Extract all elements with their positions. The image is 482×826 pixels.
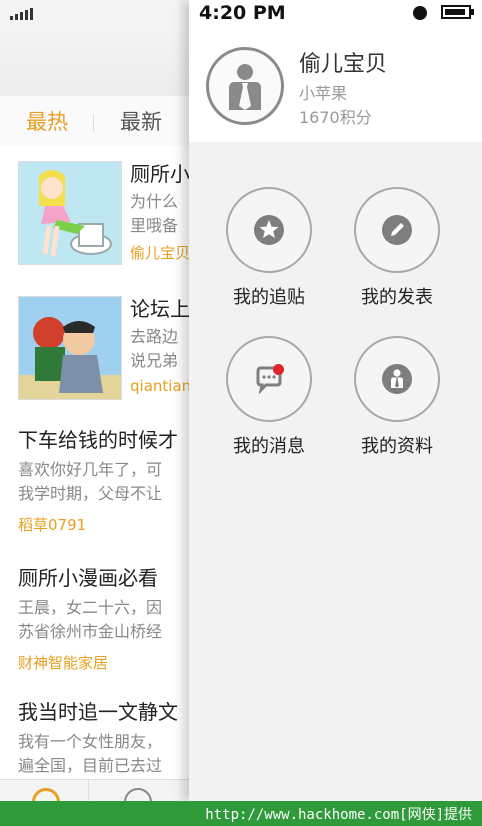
post-excerpt-line: 遍全国，目前已去过 xyxy=(18,756,163,775)
avatar[interactable] xyxy=(206,47,284,125)
home-tab-icon[interactable] xyxy=(32,788,60,801)
post-excerpt-line: 里哦备 xyxy=(130,216,179,235)
pencil-icon xyxy=(382,215,412,245)
post-excerpt-line: 我学时期，父母不让 xyxy=(18,484,163,503)
tab-divider xyxy=(93,114,94,132)
side-drawer: 4:20 PM 偷儿宝贝 小苹果 1670积分 我的追贴 我的发表 我的消息 我… xyxy=(189,0,482,801)
post-excerpt-line: 苏省徐州市金山桥经 xyxy=(18,622,163,641)
post-thumbnail-cartoon-warriors xyxy=(18,296,122,400)
post-item[interactable]: 厕所小 为什么 里哦备 偷儿宝贝 xyxy=(0,146,189,282)
tab-hot[interactable]: 最热 xyxy=(26,106,68,136)
menu-my-follows[interactable]: 我的追贴 xyxy=(209,187,329,309)
post-author: 财神智能家居 xyxy=(18,654,109,672)
user-silhouette-icon xyxy=(229,64,261,110)
menu-my-profile[interactable]: 我的资料 xyxy=(337,336,457,458)
watermark-text: http://www.hackhome.com[网侠]提供 xyxy=(205,807,472,823)
menu-label: 我的消息 xyxy=(233,436,305,457)
favorites-tab-icon[interactable] xyxy=(124,788,152,801)
feed-panel: 最热 最新 厕所小 为什么 里哦备 偷儿宝贝 论坛上 去路边 说兄弟 qiant… xyxy=(0,0,189,801)
menu-label: 我的发表 xyxy=(361,287,433,308)
feed-tabs: 最热 最新 xyxy=(0,96,189,147)
phone-screen: 最热 最新 厕所小 为什么 里哦备 偷儿宝贝 论坛上 去路边 说兄弟 qiant… xyxy=(0,0,482,801)
menu-my-profile-button[interactable] xyxy=(354,336,440,422)
post-thumbnail-cartoon-girl xyxy=(18,161,122,265)
alarm-icon xyxy=(413,6,427,20)
menu-my-messages-button[interactable] xyxy=(226,336,312,422)
post-author: 稻草0791 xyxy=(18,516,87,534)
post-excerpt-line: 去路边 xyxy=(130,327,179,346)
post-title: 厕所小 xyxy=(130,162,189,186)
menu-my-posts[interactable]: 我的发表 xyxy=(337,187,457,309)
post-excerpt-line: 我有一个女性朋友， xyxy=(18,732,163,751)
tab-new[interactable]: 最新 xyxy=(120,106,162,136)
battery-tip xyxy=(471,9,474,15)
profile-subtitle: 小苹果 xyxy=(299,84,348,103)
menu-my-follows-button[interactable] xyxy=(226,187,312,273)
feed-header xyxy=(0,28,189,96)
post-excerpt-line: 王晨，女二十六，因 xyxy=(18,598,163,617)
status-bar: 4:20 PM xyxy=(189,0,482,28)
status-time: 4:20 PM xyxy=(199,2,286,24)
menu-my-messages[interactable]: 我的消息 xyxy=(209,336,329,458)
post-title: 下车给钱的时候才 xyxy=(18,428,178,452)
post-item[interactable]: 厕所小漫画必看 王晨，女二十六，因 苏省徐州市金山桥经 财神智能家居 xyxy=(0,548,189,685)
post-title: 我当时追一文静文 xyxy=(18,700,178,724)
post-item[interactable]: 我当时追一文静文 我有一个女性朋友， 遍全国，目前已去过 xyxy=(0,684,189,779)
post-author: qiantian xyxy=(130,377,189,395)
signal-icon xyxy=(10,8,33,20)
post-title: 论坛上 xyxy=(130,297,189,321)
post-excerpt-line: 喜欢你好几年了，可 xyxy=(18,460,163,479)
post-excerpt-line: 为什么 xyxy=(130,192,179,211)
menu-label: 我的追贴 xyxy=(233,287,305,308)
watermark-bar: http://www.hackhome.com[网侠]提供 xyxy=(0,801,482,826)
notification-dot xyxy=(273,364,284,375)
star-icon xyxy=(254,215,284,245)
profile-header[interactable]: 偷儿宝贝 小苹果 1670积分 xyxy=(189,28,482,142)
menu-my-posts-button[interactable] xyxy=(354,187,440,273)
post-item[interactable]: 下车给钱的时候才 喜欢你好几年了，可 我学时期，父母不让 稻草0791 xyxy=(0,414,189,549)
profile-icon xyxy=(382,364,412,394)
post-item[interactable]: 论坛上 去路边 说兄弟 qiantian xyxy=(0,281,189,415)
bottom-nav-divider xyxy=(88,780,89,801)
post-title: 厕所小漫画必看 xyxy=(18,566,158,590)
profile-points: 1670积分 xyxy=(299,108,372,127)
profile-name: 偷儿宝贝 xyxy=(299,52,388,77)
menu-label: 我的资料 xyxy=(361,436,433,457)
post-author: 偷儿宝贝 xyxy=(130,244,189,262)
status-bar-left xyxy=(0,0,189,28)
bottom-nav-bar xyxy=(0,779,189,801)
post-excerpt-line: 说兄弟 xyxy=(130,351,179,370)
battery-icon xyxy=(441,5,471,19)
